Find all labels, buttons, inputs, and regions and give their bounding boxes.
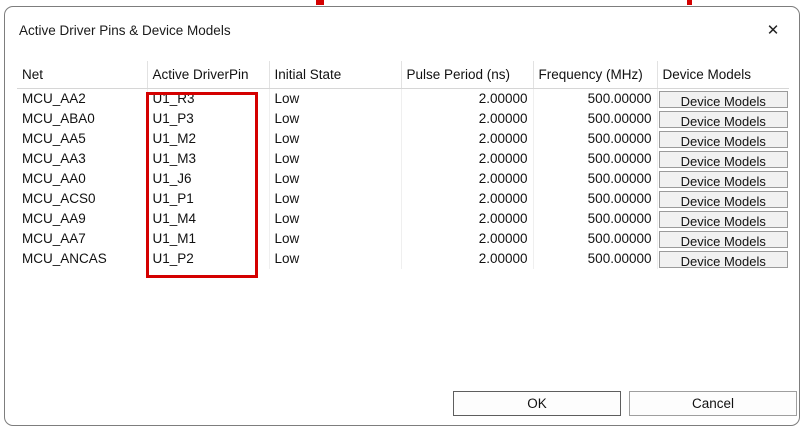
table-row: MCU_ACS0 U1_P1 Low 2.00000 500.00000 Dev… <box>17 189 789 209</box>
initial-state-cell[interactable]: Low <box>269 189 401 209</box>
driver-pin-cell[interactable]: U1_M1 <box>147 229 269 249</box>
frequency-cell[interactable]: 500.00000 <box>533 249 657 269</box>
device-models-button[interactable]: Device Models <box>659 151 789 168</box>
driver-pin-cell[interactable]: U1_M4 <box>147 209 269 229</box>
device-models-cell: Device Models <box>657 169 789 189</box>
pulse-period-cell[interactable]: 2.00000 <box>401 109 533 129</box>
initial-state-cell[interactable]: Low <box>269 229 401 249</box>
red-annotation-mark <box>316 0 324 5</box>
device-models-button[interactable]: Device Models <box>659 111 789 128</box>
driver-pin-cell[interactable]: U1_J6 <box>147 169 269 189</box>
frequency-cell[interactable]: 500.00000 <box>533 209 657 229</box>
initial-state-cell[interactable]: Low <box>269 149 401 169</box>
cancel-button[interactable]: Cancel <box>629 391 797 416</box>
initial-state-cell[interactable]: Low <box>269 209 401 229</box>
ok-button[interactable]: OK <box>453 391 621 416</box>
table-header-row: Net Active DriverPin Initial State Pulse… <box>17 61 789 89</box>
dialog-title-bar: Active Driver Pins & Device Models ✕ <box>5 7 799 53</box>
frequency-cell[interactable]: 500.00000 <box>533 229 657 249</box>
column-header-pulse-period: Pulse Period (ns) <box>401 61 533 89</box>
column-header-driver-pin: Active DriverPin <box>147 61 269 89</box>
table-body: MCU_AA2 U1_R3 Low 2.00000 500.00000 Devi… <box>17 89 789 270</box>
column-header-frequency: Frequency (MHz) <box>533 61 657 89</box>
net-cell[interactable]: MCU_ANCAS <box>17 249 147 269</box>
driver-pin-cell[interactable]: U1_P1 <box>147 189 269 209</box>
frequency-cell[interactable]: 500.00000 <box>533 129 657 149</box>
driver-pin-cell[interactable]: U1_M2 <box>147 129 269 149</box>
pulse-period-cell[interactable]: 2.00000 <box>401 249 533 269</box>
pulse-period-cell[interactable]: 2.00000 <box>401 229 533 249</box>
table-row: MCU_AA0 U1_J6 Low 2.00000 500.00000 Devi… <box>17 169 789 189</box>
table-row: MCU_AA3 U1_M3 Low 2.00000 500.00000 Devi… <box>17 149 789 169</box>
net-cell[interactable]: MCU_ACS0 <box>17 189 147 209</box>
driver-pin-cell[interactable]: U1_P2 <box>147 249 269 269</box>
initial-state-cell[interactable]: Low <box>269 109 401 129</box>
initial-state-cell[interactable]: Low <box>269 169 401 189</box>
frequency-cell[interactable]: 500.00000 <box>533 89 657 110</box>
frequency-cell[interactable]: 500.00000 <box>533 189 657 209</box>
net-cell[interactable]: MCU_AA5 <box>17 129 147 149</box>
pulse-period-cell[interactable]: 2.00000 <box>401 89 533 110</box>
table-row: MCU_ABA0 U1_P3 Low 2.00000 500.00000 Dev… <box>17 109 789 129</box>
device-models-cell: Device Models <box>657 89 789 110</box>
net-cell[interactable]: MCU_AA2 <box>17 89 147 110</box>
frequency-cell[interactable]: 500.00000 <box>533 169 657 189</box>
table-row: MCU_AA7 U1_M1 Low 2.00000 500.00000 Devi… <box>17 229 789 249</box>
device-models-button[interactable]: Device Models <box>659 131 789 148</box>
close-icon[interactable]: ✕ <box>761 19 785 43</box>
table-row: MCU_ANCAS U1_P2 Low 2.00000 500.00000 De… <box>17 249 789 269</box>
driver-pin-cell[interactable]: U1_R3 <box>147 89 269 110</box>
device-models-button[interactable]: Device Models <box>659 251 789 268</box>
device-models-button[interactable]: Device Models <box>659 231 789 248</box>
initial-state-cell[interactable]: Low <box>269 249 401 269</box>
pulse-period-cell[interactable]: 2.00000 <box>401 149 533 169</box>
active-driver-pins-dialog: Active Driver Pins & Device Models ✕ Net… <box>4 6 800 426</box>
device-models-cell: Device Models <box>657 189 789 209</box>
net-cell[interactable]: MCU_AA9 <box>17 209 147 229</box>
red-annotation-mark <box>687 0 692 5</box>
column-header-net: Net <box>17 61 147 89</box>
device-models-cell: Device Models <box>657 129 789 149</box>
device-models-cell: Device Models <box>657 109 789 129</box>
pulse-period-cell[interactable]: 2.00000 <box>401 169 533 189</box>
net-cell[interactable]: MCU_ABA0 <box>17 109 147 129</box>
column-header-device-models: Device Models <box>657 61 789 89</box>
frequency-cell[interactable]: 500.00000 <box>533 149 657 169</box>
pulse-period-cell[interactable]: 2.00000 <box>401 189 533 209</box>
pulse-period-cell[interactable]: 2.00000 <box>401 129 533 149</box>
table-row: MCU_AA5 U1_M2 Low 2.00000 500.00000 Devi… <box>17 129 789 149</box>
column-header-initial-state: Initial State <box>269 61 401 89</box>
device-models-cell: Device Models <box>657 249 789 269</box>
net-cell[interactable]: MCU_AA0 <box>17 169 147 189</box>
dialog-title: Active Driver Pins & Device Models <box>19 23 231 38</box>
device-models-cell: Device Models <box>657 229 789 249</box>
driver-pin-cell[interactable]: U1_P3 <box>147 109 269 129</box>
driver-pin-cell[interactable]: U1_M3 <box>147 149 269 169</box>
net-cell[interactable]: MCU_AA3 <box>17 149 147 169</box>
device-models-button[interactable]: Device Models <box>659 191 789 208</box>
table-row: MCU_AA9 U1_M4 Low 2.00000 500.00000 Devi… <box>17 209 789 229</box>
device-models-cell: Device Models <box>657 149 789 169</box>
table-row: MCU_AA2 U1_R3 Low 2.00000 500.00000 Devi… <box>17 89 789 110</box>
device-models-cell: Device Models <box>657 209 789 229</box>
initial-state-cell[interactable]: Low <box>269 89 401 110</box>
device-models-button[interactable]: Device Models <box>659 211 789 228</box>
device-models-button[interactable]: Device Models <box>659 91 789 108</box>
driver-pins-table: Net Active DriverPin Initial State Pulse… <box>17 61 791 301</box>
device-models-button[interactable]: Device Models <box>659 171 789 188</box>
pulse-period-cell[interactable]: 2.00000 <box>401 209 533 229</box>
net-cell[interactable]: MCU_AA7 <box>17 229 147 249</box>
initial-state-cell[interactable]: Low <box>269 129 401 149</box>
frequency-cell[interactable]: 500.00000 <box>533 109 657 129</box>
